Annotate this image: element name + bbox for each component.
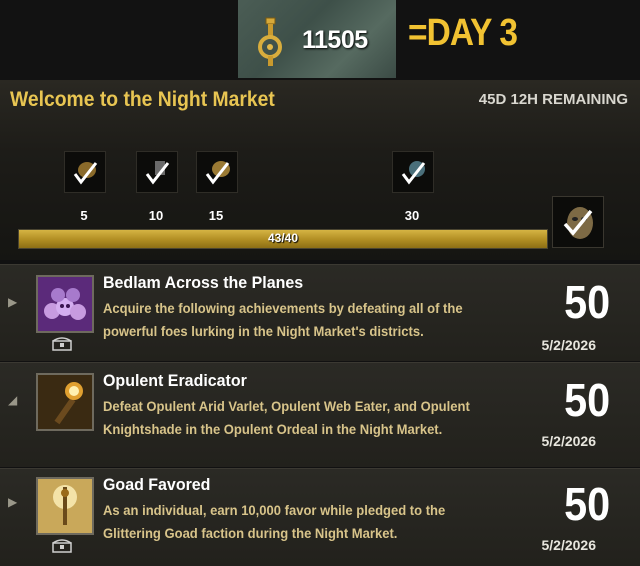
expand-arrow[interactable]: ▶ [8,295,17,309]
achievement-points: 50 [563,276,610,328]
mask-icon [563,207,593,239]
currency-display: 11505 [238,0,396,78]
time-remaining: 45D 12H REMAINING [478,91,628,108]
achievement-date: 5/2/2026 [541,337,597,353]
tier-reward-5[interactable] [64,151,106,193]
chest-icon [52,337,72,351]
reward-icon [145,161,170,185]
expand-arrow[interactable]: ▶ [8,495,17,509]
skulls-icon [38,277,92,331]
reward-icon [205,161,230,185]
goad-icon [38,479,92,533]
tier-reward-10[interactable] [136,151,178,193]
tier-label-15: 15 [208,208,224,223]
achievement-date: 5/2/2026 [541,433,597,449]
tier-label-10: 10 [148,208,164,223]
tier-label-5: 5 [80,208,88,223]
achievement-title: Opulent Eradicator [103,371,247,390]
achievement-points: 50 [563,478,610,530]
achievement-description: Acquire the following achievements by de… [103,300,463,339]
event-header: Welcome to the Night Market 45D 12H REMA… [0,80,640,260]
reward-icon [401,161,426,185]
achievement-title: Goad Favored [103,475,211,494]
key-icon [258,17,282,66]
achievement-description: Defeat Opulent Arid Varlet, Opulent Web … [103,398,470,437]
currency-value: 11505 [302,26,368,54]
torch-icon [38,375,92,429]
event-title: Welcome to the Night Market [10,88,275,111]
collapse-arrow[interactable]: ◢ [8,393,17,407]
progress-text: 43/40 [267,231,299,245]
reward-icon [73,162,98,185]
achievement-bedlam[interactable]: ▶ Bedlam Across the Planes Acquire the f… [0,264,640,361]
achievement-date: 5/2/2026 [541,537,597,553]
achievement-title: Bedlam Across the Planes [103,273,304,292]
final-reward[interactable] [552,196,604,248]
chest-icon [52,539,72,553]
achievement-icon [36,477,94,535]
achievement-description: As an individual, earn 10,000 favor whil… [103,502,446,541]
tier-reward-15[interactable] [196,151,238,193]
tier-reward-30[interactable] [392,151,434,193]
progress-bar: 43/40 [18,229,548,249]
day-label: =DAY 3 [408,12,518,54]
achievement-points: 50 [563,374,610,426]
achievement-goad-favored[interactable]: ▶ Goad Favored As an individual, earn 10… [0,468,640,566]
achievement-icon [36,373,94,431]
achievement-opulent-eradicator[interactable]: ◢ Opulent Eradicator Defeat Opulent Arid… [0,362,640,467]
achievement-icon [36,275,94,333]
tier-label-30: 30 [404,208,420,223]
